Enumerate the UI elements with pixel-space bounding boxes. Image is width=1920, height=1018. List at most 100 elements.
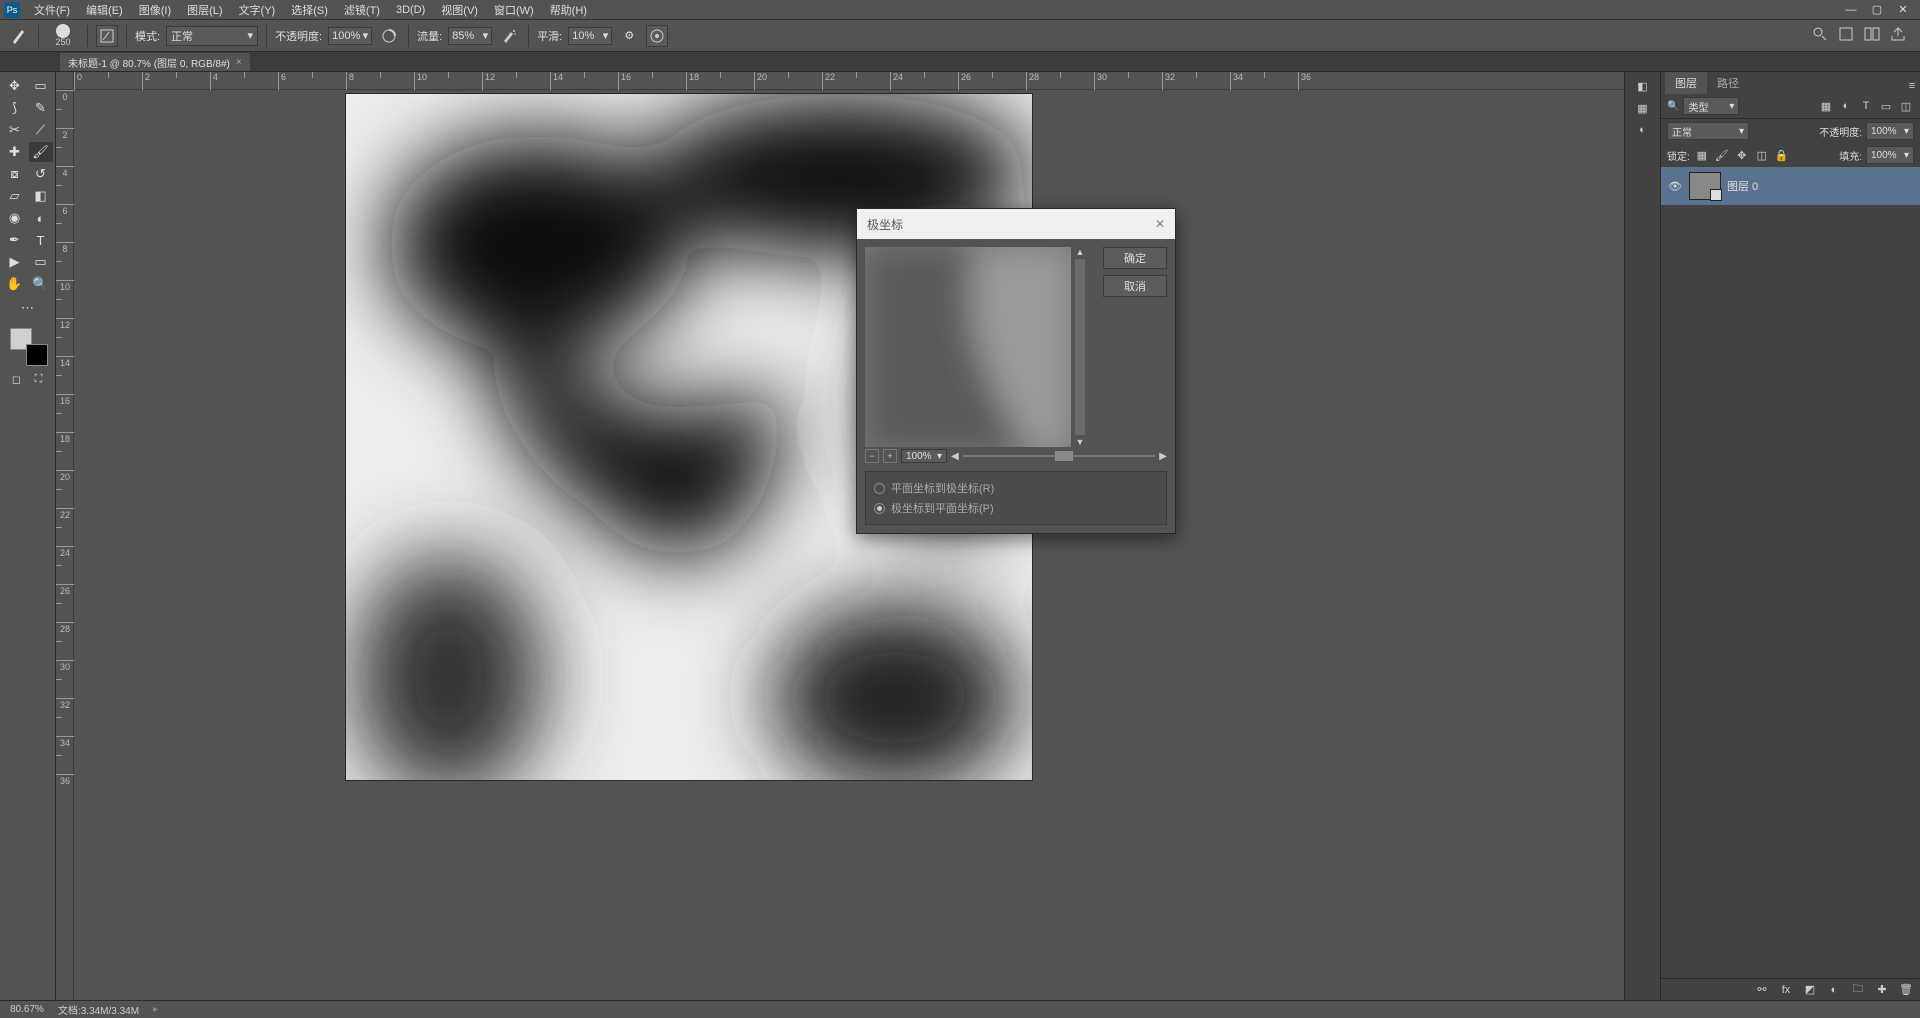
arrange-icon[interactable] [1864, 26, 1880, 45]
smoothing-input[interactable]: 10%▾ [568, 27, 612, 45]
document-tab[interactable]: 未标题-1 @ 80.7% (图层 0, RGB/8#) × [60, 53, 250, 71]
filter-shape-icon[interactable]: ▭ [1878, 98, 1894, 114]
lock-transparent-icon[interactable]: ▦ [1694, 147, 1710, 163]
minimize-icon[interactable]: — [1838, 1, 1864, 19]
close-icon[interactable]: ✕ [1890, 1, 1916, 19]
vertical-ruler[interactable]: 024681012141618202224262830323436 [56, 90, 74, 1000]
lock-all-icon[interactable]: 🔒 [1774, 147, 1790, 163]
delete-layer-icon[interactable]: 🗑 [1898, 982, 1914, 998]
quickselect-tool-icon[interactable]: ✎ [29, 98, 53, 118]
layer-thumbnail[interactable] [1689, 172, 1721, 200]
hand-tool-icon[interactable]: ✋ [3, 274, 27, 294]
layer-item[interactable]: 👁 图层 0 [1661, 167, 1920, 205]
preview-scroll-down-icon[interactable]: ▼ [1076, 437, 1085, 447]
radio-polar-to-rect[interactable]: 极坐标到平面坐标(P) [874, 498, 1158, 518]
healing-tool-icon[interactable]: ✚ [3, 142, 27, 162]
flow-input[interactable]: 85%▾ [448, 27, 492, 45]
menu-help[interactable]: 帮助(H) [542, 0, 595, 20]
menu-window[interactable]: 窗口(W) [486, 0, 542, 20]
blend-mode-select[interactable]: 正常▾ [166, 26, 258, 46]
layer-filter-kind[interactable]: 类型▾ [1683, 97, 1739, 115]
brush-tool-icon[interactable]: 🖌 [29, 142, 53, 162]
zoom-in-icon[interactable]: + [883, 449, 897, 463]
layer-name[interactable]: 图层 0 [1727, 178, 1758, 194]
collapsed-color-icon[interactable]: ◧ [1635, 78, 1651, 94]
ruler-origin[interactable] [56, 72, 74, 90]
background-color[interactable] [26, 344, 48, 366]
zoom-out-icon[interactable]: − [865, 449, 879, 463]
history-brush-icon[interactable]: ↺ [29, 164, 53, 184]
share-icon[interactable] [1890, 26, 1906, 45]
new-layer-icon[interactable]: ✚ [1874, 982, 1890, 998]
status-zoom[interactable]: 80.67% [10, 1004, 44, 1015]
crop-tool-icon[interactable]: ✂ [3, 120, 27, 140]
tab-paths[interactable]: 路径 [1707, 72, 1749, 94]
marquee-tool-icon[interactable]: ▭ [29, 76, 53, 96]
eyedropper-tool-icon[interactable]: ⟋ [29, 120, 53, 140]
search-layers-icon[interactable]: 🔍 [1667, 101, 1679, 112]
menu-3d[interactable]: 3D(D) [388, 2, 433, 18]
radio-rect-to-polar[interactable]: 平面坐标到极坐标(R) [874, 478, 1158, 498]
link-layers-icon[interactable]: ⚯ [1754, 982, 1770, 998]
pressure-opacity-icon[interactable] [378, 25, 400, 47]
filter-adjust-icon[interactable]: ◐ [1838, 98, 1854, 114]
quickmask-icon[interactable]: ◻ [8, 372, 26, 386]
collapsed-adjust-icon[interactable]: ◐ [1635, 122, 1651, 138]
preview-scroll-right-icon[interactable]: ▶ [1159, 451, 1167, 462]
path-select-icon[interactable]: ▶ [3, 252, 27, 272]
visibility-icon[interactable]: 👁 [1667, 180, 1683, 193]
lock-paint-icon[interactable]: 🖌 [1714, 147, 1730, 163]
dialog-titlebar[interactable]: 极坐标 ✕ [857, 209, 1175, 239]
filter-pixel-icon[interactable]: ▦ [1818, 98, 1834, 114]
airbrush-icon[interactable] [498, 25, 520, 47]
current-tool-icon[interactable] [8, 25, 30, 47]
status-docsize[interactable]: 文档:3.34M/3.34M [58, 1002, 139, 1017]
screenmode-icon[interactable]: ⛶ [30, 372, 48, 386]
layer-opacity-input[interactable]: 100%▾ [1866, 122, 1914, 140]
shape-tool-icon[interactable]: ▭ [29, 252, 53, 272]
maximize-icon[interactable]: ▢ [1864, 1, 1890, 19]
eraser-tool-icon[interactable]: ▱ [3, 186, 27, 206]
pen-tool-icon[interactable]: ✒ [3, 230, 27, 250]
preview-hscrollbar[interactable] [963, 451, 1156, 461]
brush-panel-toggle-icon[interactable] [96, 25, 118, 47]
menu-select[interactable]: 选择(S) [283, 0, 336, 20]
menu-file[interactable]: 文件(F) [26, 0, 78, 20]
move-tool-icon[interactable]: ✥ [3, 76, 27, 96]
status-menu-icon[interactable]: ▸ [153, 1004, 158, 1015]
preview-zoom-input[interactable]: 100%▾ [901, 449, 947, 463]
layer-mask-icon[interactable]: ◩ [1802, 982, 1818, 998]
menu-text[interactable]: 文字(Y) [231, 0, 284, 20]
layer-group-icon[interactable]: 🗀 [1850, 982, 1866, 998]
adjustment-layer-icon[interactable]: ◐ [1826, 982, 1842, 998]
smoothing-options-icon[interactable]: ⚙ [618, 25, 640, 47]
layer-fill-input[interactable]: 100%▾ [1866, 146, 1914, 164]
color-swatches[interactable] [8, 326, 48, 366]
type-tool-icon[interactable]: T [29, 230, 53, 250]
search-icon[interactable] [1812, 26, 1828, 45]
view-extras-icon[interactable] [1838, 26, 1854, 45]
preview-scroll-left-icon[interactable]: ◀ [951, 451, 959, 462]
collapsed-swatches-icon[interactable]: ▦ [1635, 100, 1651, 116]
menu-image[interactable]: 图像(I) [131, 0, 179, 20]
ok-button[interactable]: 确定 [1103, 247, 1167, 269]
stamp-tool-icon[interactable]: ⧇ [3, 164, 27, 184]
filter-preview[interactable] [865, 247, 1071, 447]
tab-close-icon[interactable]: × [236, 57, 242, 68]
dodge-tool-icon[interactable]: ◐ [29, 208, 53, 228]
menu-layer[interactable]: 图层(L) [179, 0, 230, 20]
opacity-input[interactable]: 100%▾ [328, 27, 372, 45]
pressure-size-icon[interactable] [646, 25, 668, 47]
preview-vscrollbar[interactable] [1075, 259, 1085, 435]
dialog-close-icon[interactable]: ✕ [1155, 217, 1165, 231]
layer-blend-mode[interactable]: 正常▾ [1667, 122, 1749, 140]
menu-view[interactable]: 视图(V) [433, 0, 486, 20]
preview-scroll-up-icon[interactable]: ▲ [1076, 247, 1085, 257]
brush-preset-picker[interactable]: 250 [47, 24, 79, 47]
filter-smart-icon[interactable]: ◫ [1898, 98, 1914, 114]
horizontal-ruler[interactable]: 024681012141618202224262830323436 [74, 72, 1624, 90]
layer-fx-icon[interactable]: fx [1778, 982, 1794, 998]
cancel-button[interactable]: 取消 [1103, 275, 1167, 297]
edit-toolbar-icon[interactable]: ⋯ [16, 298, 40, 318]
lock-position-icon[interactable]: ✥ [1734, 147, 1750, 163]
